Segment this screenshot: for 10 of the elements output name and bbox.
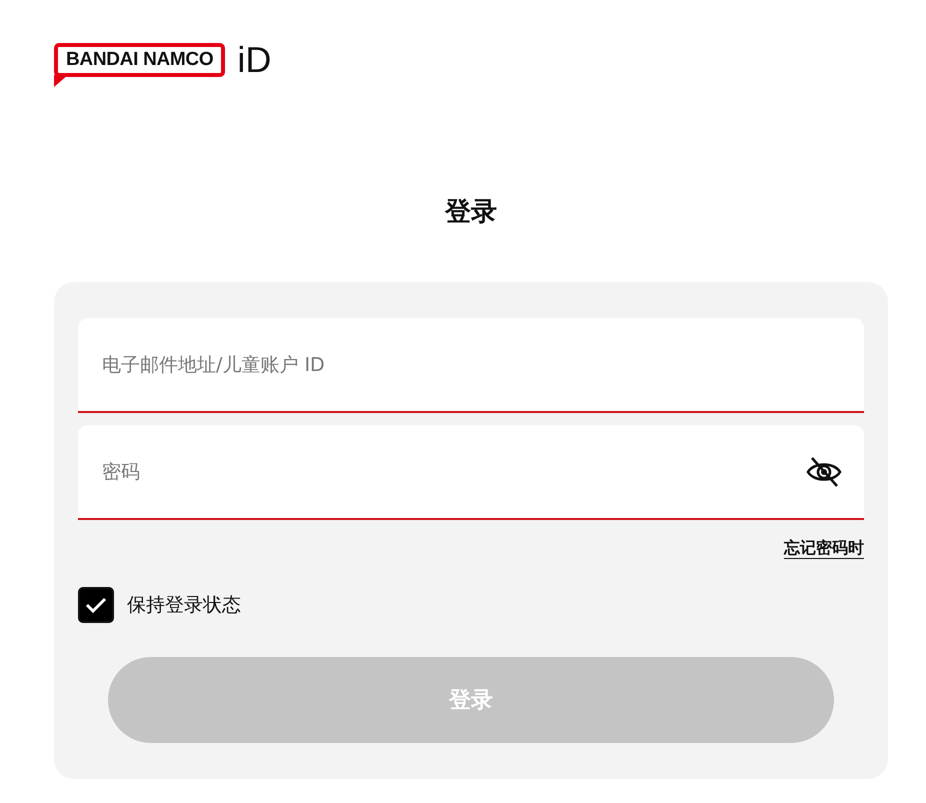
check-icon <box>85 596 107 614</box>
page-title: 登录 <box>444 196 498 229</box>
eye-slash-icon[interactable] <box>806 456 842 488</box>
remember-checkbox[interactable] <box>78 587 114 623</box>
remember-label: 保持登录状态 <box>127 593 241 618</box>
password-field[interactable]: 密码 <box>100 460 806 484</box>
logo-brand-text: BANDAI NAMCO <box>66 49 214 70</box>
logo-text: iD <box>237 42 272 78</box>
email-field[interactable]: 电子邮件地址/儿童账户 ID <box>100 352 842 376</box>
forgot-password-link[interactable]: 忘记密码时 <box>784 538 864 559</box>
